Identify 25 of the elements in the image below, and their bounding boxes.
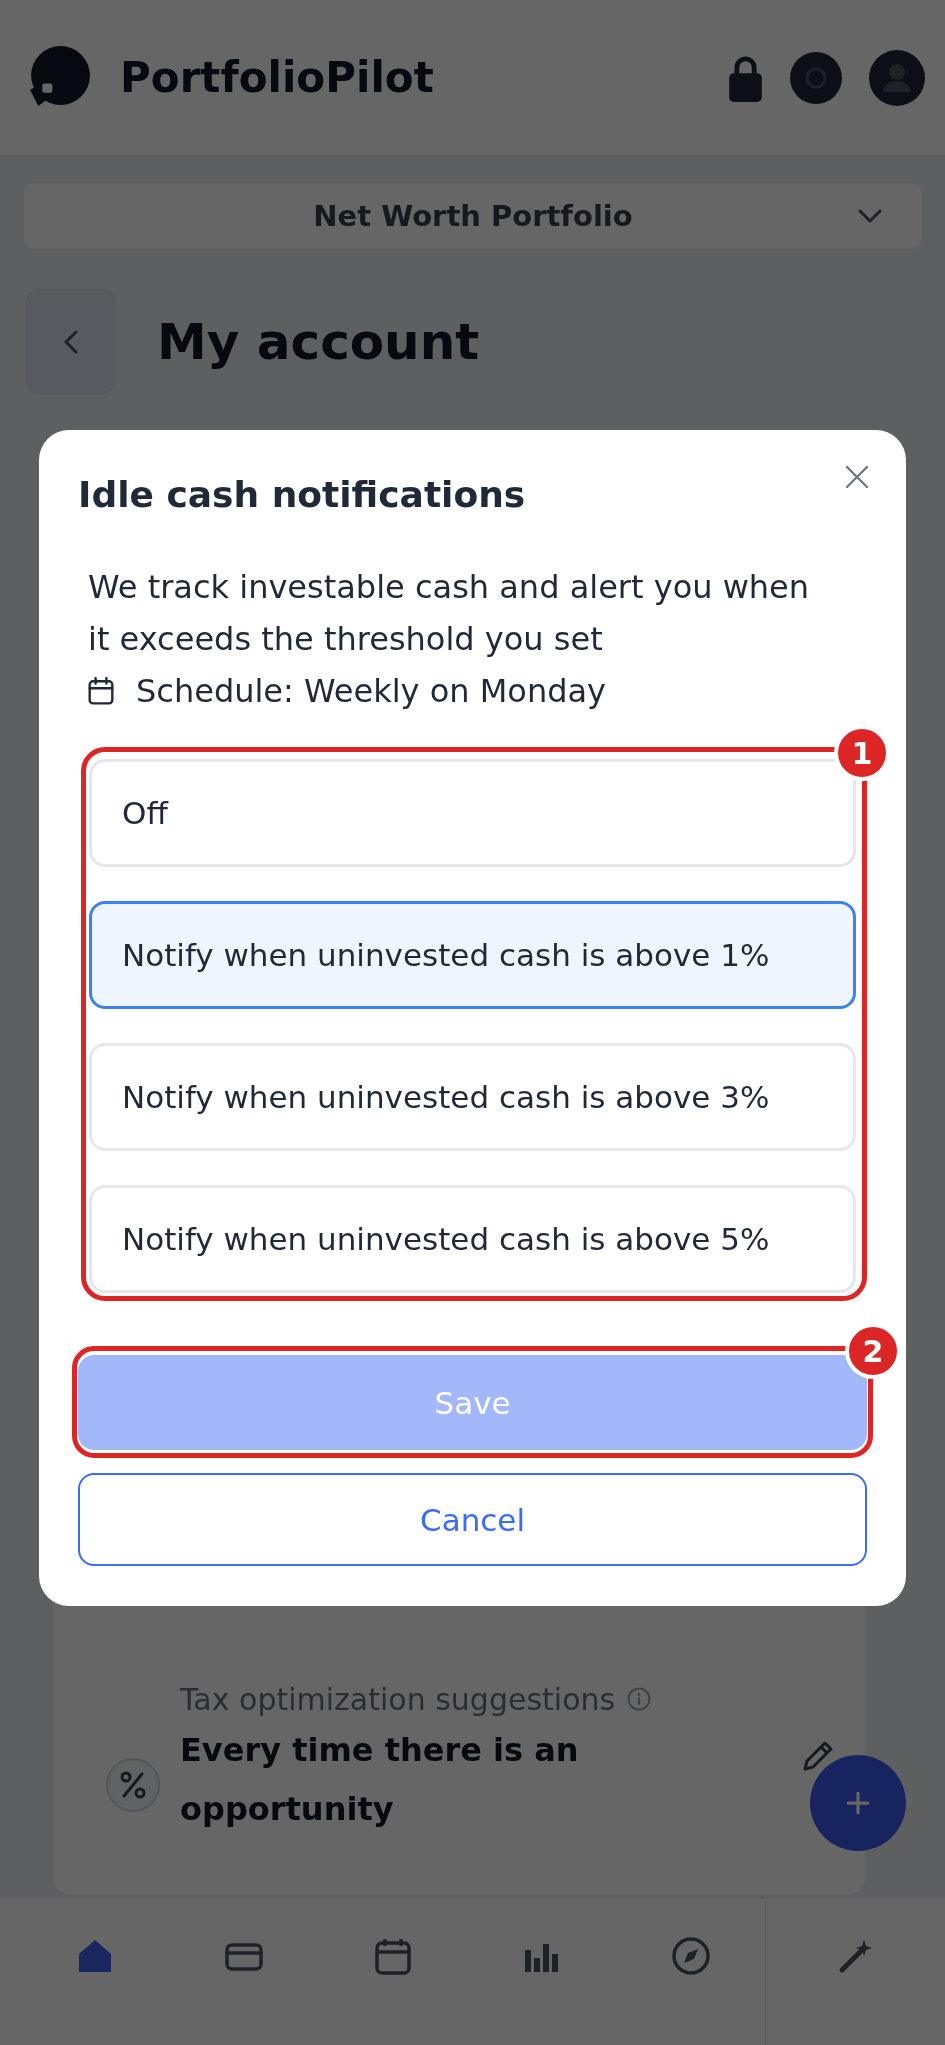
schedule-text: Schedule: Weekly on Monday — [136, 672, 607, 710]
info-icon[interactable] — [627, 1687, 652, 1711]
setting-value: Every time there is an opportunity — [180, 1730, 580, 1830]
dialog-title: Idle cash notifications — [78, 473, 526, 517]
plus-icon — [845, 1790, 871, 1816]
cancel-button[interactable]: Cancel — [78, 1473, 867, 1566]
option-card[interactable]: Notify when uninvested cash is above 1% — [89, 901, 856, 1009]
close-icon — [846, 466, 868, 488]
option-card[interactable]: Off — [89, 759, 856, 867]
lock-icon[interactable] — [728, 53, 763, 102]
setting-label: Tax optimization suggestions — [180, 1681, 616, 1717]
option-card[interactable]: Notify when uninvested cash is above 3% — [89, 1043, 856, 1151]
page-title: My account — [157, 312, 480, 371]
compass-icon — [670, 1936, 711, 1976]
pencil-icon[interactable] — [801, 1739, 835, 1773]
calendar-icon — [372, 1936, 413, 1976]
circle-icon[interactable] — [790, 51, 842, 104]
calendar-icon — [88, 677, 114, 705]
chevron-down-icon — [858, 209, 882, 223]
dialog-description: We track investable cash and alert you when it exceeds the threshold you set — [88, 567, 811, 660]
brand-name: PortfolioPilot — [120, 53, 434, 102]
option-card[interactable]: Notify when uninvested cash is above 5% — [89, 1185, 856, 1293]
chevron-left-icon — [63, 329, 78, 354]
percent-icon — [106, 1758, 160, 1812]
avatar-icon[interactable] — [869, 49, 925, 106]
